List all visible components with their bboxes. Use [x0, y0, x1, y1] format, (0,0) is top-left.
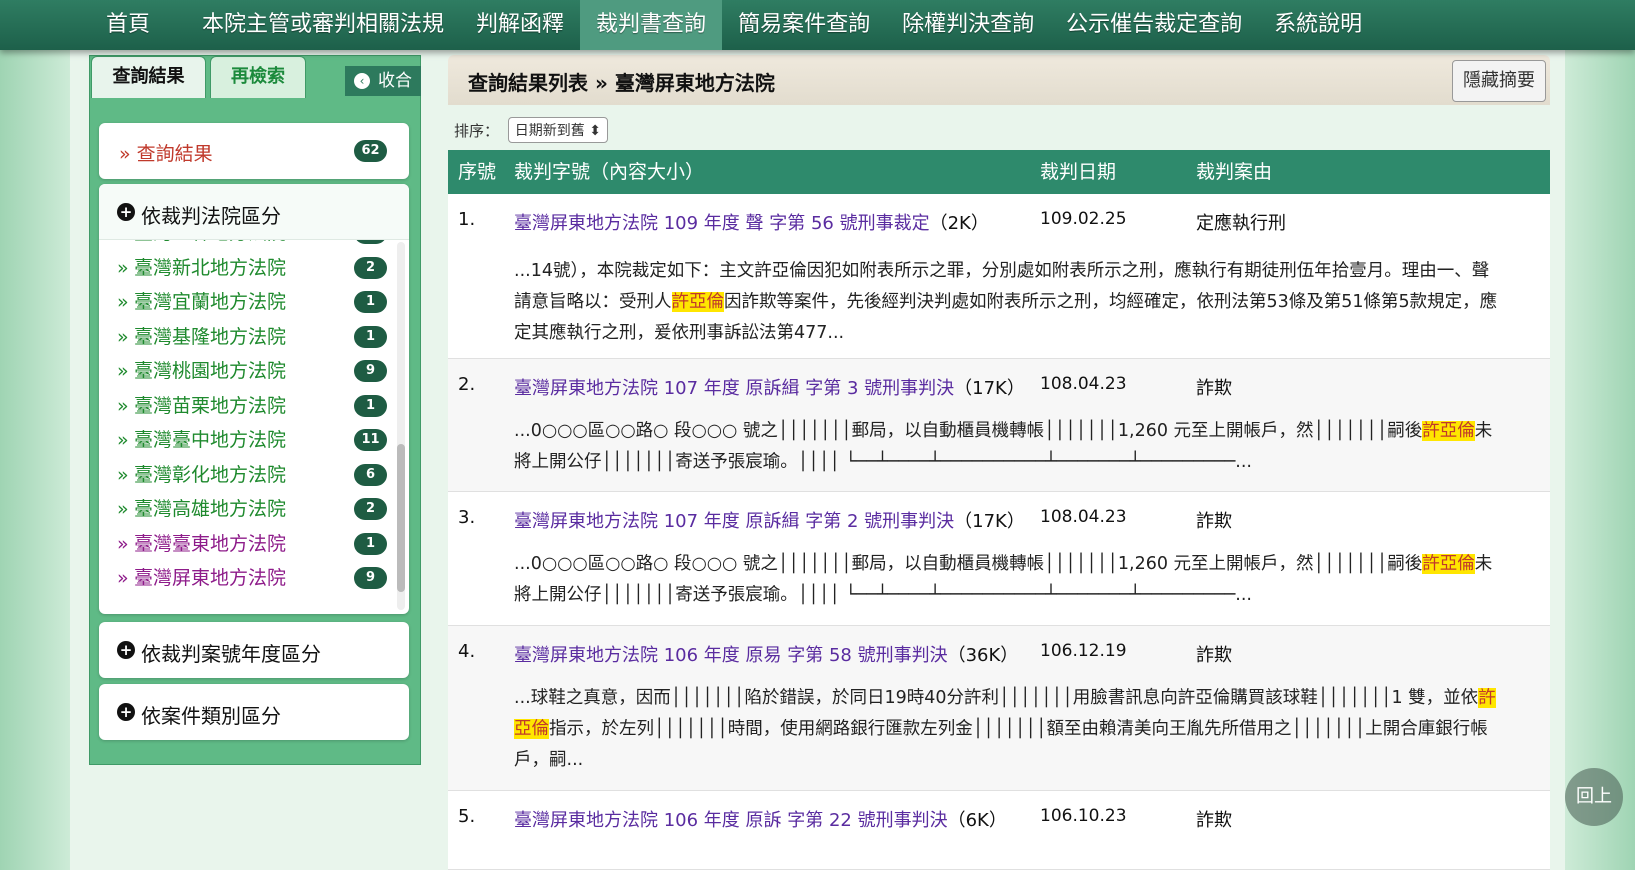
column-header-case: 裁判字號（內容大小）	[514, 161, 705, 183]
nav-home[interactable]: 首頁	[90, 0, 166, 50]
tab-query-results[interactable]: 查詢結果	[91, 56, 206, 98]
case-link[interactable]: 臺灣屏東地方法院 107 年度 原訴緝 字第 3 號刑事判決（17K）	[514, 374, 1025, 400]
row-number: 3.	[458, 507, 476, 528]
nav-public-notice-search[interactable]: 公示催告裁定查詢	[1050, 0, 1258, 50]
case-link[interactable]: 臺灣屏東地方法院 109 年度 聲 字第 56 號刑事裁定（2K）	[514, 209, 989, 235]
result-count-badge: 62	[354, 140, 387, 162]
case-summary: ...0○○○區○○路○ 段○○○ 號之│││││││郵局，以自動櫃員機轉帳││…	[514, 421, 1493, 472]
court-item-yilan[interactable]: » 臺灣宜蘭地方法院 1	[99, 285, 389, 320]
plus-circle-icon: +	[117, 203, 135, 221]
court-count-badge: 1	[354, 291, 387, 313]
court-count-badge: 2	[354, 498, 387, 520]
results-header: 查詢結果列表 » 臺灣屏東地方法院 隱藏摘要	[448, 55, 1550, 105]
top-navigation: 首頁 本院主管或審判相關法規 判解函釋 裁判書查詢 簡易案件查詢 除權判決查詢 …	[0, 0, 1635, 50]
case-summary: ...14號），本院裁定如下：主文許亞倫因犯如附表所示之罪，分別處如附表所示之刑…	[514, 261, 1498, 343]
column-header-reason: 裁判案由	[1196, 161, 1273, 183]
sort-select[interactable]: 日期新到舊 ⬍	[507, 117, 608, 143]
table-row: 4. 臺灣屏東地方法院 106 年度 原易 字第 58 號刑事判決（36K） 1…	[448, 626, 1550, 791]
nav-judgment-search[interactable]: 裁判書查詢	[580, 0, 723, 50]
hide-summary-button[interactable]: 隱藏摘要	[1452, 60, 1546, 102]
court-count-badge: 1	[354, 325, 387, 348]
keyword-highlight: 許亞倫	[1422, 554, 1475, 574]
year-filter-title: 依裁判案號年度區分	[141, 642, 321, 666]
row-number: 1.	[458, 209, 476, 230]
case-type-filter-title: 依案件類別區分	[141, 704, 281, 728]
nav-simple-case-search[interactable]: 簡易案件查詢	[722, 0, 886, 50]
court-item-new-taipei[interactable]: » 臺灣新北地方法院 2	[99, 251, 389, 286]
nav-interpretations[interactable]: 判解函釋	[460, 0, 580, 50]
court-count-badge: 2	[354, 256, 387, 279]
case-reason: 詐欺	[1196, 378, 1232, 399]
court-count-badge: 9	[354, 360, 387, 382]
case-reason: 定應執行刑	[1196, 213, 1286, 234]
page-background-left	[0, 0, 70, 870]
collapse-label: 收合	[378, 71, 412, 91]
case-type-filter-card[interactable]: + 依案件類別區分	[99, 684, 409, 740]
plus-circle-icon: +	[117, 641, 135, 659]
chevron-left-icon: ‹	[354, 73, 370, 89]
court-filter-title: 依裁判法院區分	[141, 204, 281, 228]
judgment-date: 108.04.23	[1040, 374, 1127, 394]
nav-exclusion-judgment-search[interactable]: 除權判決查詢	[886, 0, 1050, 50]
table-row: 5. 臺灣屏東地方法院 106 年度 原訴 字第 22 號刑事判決（6K） 10…	[448, 791, 1550, 870]
court-item-changhua[interactable]: » 臺灣彰化地方法院 6	[99, 458, 389, 493]
query-results-card[interactable]: » 查詢結果 62	[99, 123, 409, 179]
plus-circle-icon: +	[117, 703, 135, 721]
court-item-taoyuan[interactable]: » 臺灣桃園地方法院 9	[99, 354, 389, 389]
row-number: 5.	[458, 806, 476, 827]
case-reason: 詐欺	[1196, 511, 1232, 532]
case-link[interactable]: 臺灣屏東地方法院 106 年度 原易 字第 58 號刑事判決（36K）	[514, 641, 1018, 667]
judgment-date: 106.10.23	[1040, 806, 1127, 826]
year-filter-card[interactable]: + 依裁判案號年度區分	[99, 622, 409, 678]
court-count-badge: 11	[354, 429, 387, 451]
court-count-badge: 1	[354, 532, 387, 555]
nav-system-help[interactable]: 系統說明	[1258, 0, 1378, 50]
results-title: 查詢結果列表 » 臺灣屏東地方法院	[468, 71, 775, 95]
table-row: 3. 臺灣屏東地方法院 107 年度 原訴緝 字第 2 號刑事判決（17K） 1…	[448, 492, 1550, 626]
court-item-pingtung[interactable]: » 臺灣屏東地方法院 9	[99, 561, 389, 596]
sort-row: 排序： 日期新到舊 ⬍	[454, 117, 608, 143]
query-results-link[interactable]: » 查詢結果	[119, 139, 213, 166]
page-background-right	[1565, 0, 1635, 870]
court-filter-header[interactable]: + 依裁判法院區分	[99, 184, 409, 240]
back-to-top-button[interactable]: 回上	[1565, 768, 1623, 826]
row-number: 4.	[458, 641, 476, 662]
court-item-taichung[interactable]: » 臺灣臺中地方法院 11	[99, 423, 389, 458]
sidebar-tabs: 查詢結果 再檢索 ‹ 收合	[90, 56, 421, 98]
court-list-scrollbar-thumb[interactable]	[397, 444, 405, 592]
judgment-date: 106.12.19	[1040, 641, 1127, 661]
court-item-keelung[interactable]: » 臺灣基隆地方法院 1	[99, 320, 389, 355]
row-number: 2.	[458, 374, 476, 395]
court-item-kaohsiung[interactable]: » 臺灣高雄地方法院 2	[99, 492, 389, 527]
results-panel: 查詢結果列表 » 臺灣屏東地方法院 隱藏摘要 排序： 日期新到舊 ⬍ 序號 裁判…	[448, 55, 1550, 870]
sort-label: 排序：	[454, 121, 500, 140]
collapse-button[interactable]: ‹ 收合	[345, 66, 421, 96]
column-header-no: 序號	[458, 161, 497, 183]
table-row: 2. 臺灣屏東地方法院 107 年度 原訴緝 字第 3 號刑事判決（17K） 1…	[448, 359, 1550, 492]
case-reason: 詐欺	[1196, 810, 1232, 831]
judgment-date: 109.02.25	[1040, 209, 1127, 229]
court-count-badge: 9	[354, 567, 387, 589]
keyword-highlight: 許亞倫	[671, 292, 724, 312]
judgment-date: 108.04.23	[1040, 507, 1127, 527]
keyword-highlight: 許亞倫	[1422, 421, 1475, 441]
court-list: »臺灣士林地方法院2 »臺灣新北地方法院2 »臺灣宜蘭地方法院1 »臺灣基隆地方…	[99, 216, 389, 596]
results-table-header: 序號 裁判字號（內容大小） 裁判日期 裁判案由	[448, 150, 1550, 194]
tab-research[interactable]: 再檢索	[210, 56, 306, 98]
court-item-miaoli[interactable]: » 臺灣苗栗地方法院 1	[99, 389, 389, 424]
court-count-badge: 1	[354, 394, 387, 417]
court-filter-card: + 依裁判法院區分 »臺灣士林地方法院2 »臺灣新北地方法院2 »臺灣宜蘭地方法…	[99, 184, 409, 614]
filter-sidebar: 查詢結果 再檢索 ‹收合 » 查詢結果 62 + 依裁判法院區分 »臺灣士林地方…	[89, 55, 421, 765]
case-reason: 詐欺	[1196, 645, 1232, 666]
court-item-taitung[interactable]: » 臺灣臺東地方法院 1	[99, 527, 389, 562]
column-header-date: 裁判日期	[1040, 161, 1117, 183]
case-summary: ...球鞋之真意，因而│││││││陷於錯誤，於同日19時40分許利││││││…	[514, 688, 1496, 770]
court-count-badge: 6	[354, 463, 387, 486]
nav-regulations[interactable]: 本院主管或審判相關法規	[186, 0, 460, 50]
case-link[interactable]: 臺灣屏東地方法院 106 年度 原訴 字第 22 號刑事判決（6K）	[514, 806, 1007, 832]
case-summary: ...0○○○區○○路○ 段○○○ 號之│││││││郵局，以自動櫃員機轉帳││…	[514, 554, 1493, 605]
case-link[interactable]: 臺灣屏東地方法院 107 年度 原訴緝 字第 2 號刑事判決（17K）	[514, 507, 1025, 533]
table-row: 1. 臺灣屏東地方法院 109 年度 聲 字第 56 號刑事裁定（2K） 109…	[448, 194, 1550, 359]
